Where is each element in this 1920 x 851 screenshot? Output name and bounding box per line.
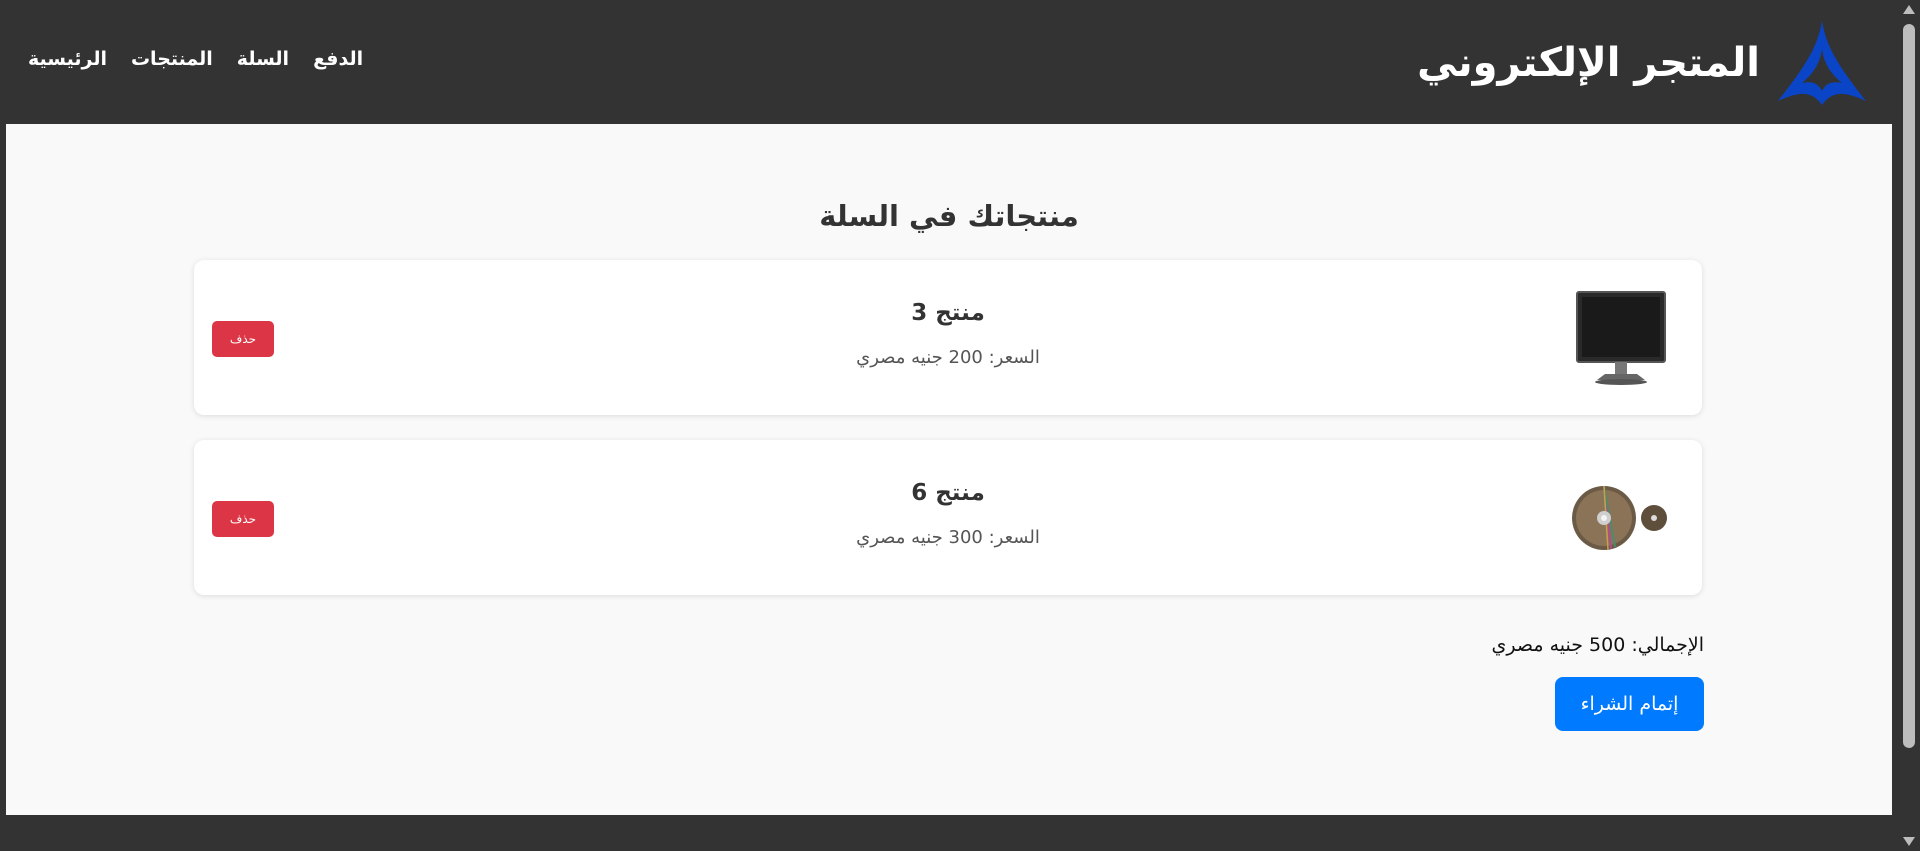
scrollbar-thumb[interactable] (1903, 24, 1915, 748)
browser-viewport: المتجر الإلكتروني الرئيسية المنتجات السل… (6, 0, 1892, 851)
star-logo-icon (1778, 21, 1866, 105)
delete-button[interactable]: حذف (212, 501, 274, 537)
main-nav: الرئيسية المنتجات السلة الدفع (28, 48, 363, 70)
product-info: منتج 6 السعر: 300 جنيه مصري (194, 482, 1702, 547)
cart-total: الإجمالي: 500 جنيه مصري (1491, 634, 1704, 656)
nav-link-products[interactable]: المنتجات (131, 48, 213, 70)
nav-link-cart[interactable]: السلة (237, 48, 289, 70)
cart-title: منتجاتك في السلة (819, 199, 1079, 233)
scroll-down-icon[interactable] (1903, 837, 1915, 846)
brand[interactable]: المتجر الإلكتروني (1417, 18, 1870, 108)
scrollbar[interactable] (1898, 0, 1920, 851)
product-name: منتج 3 (911, 300, 985, 326)
scroll-up-icon[interactable] (1903, 5, 1915, 14)
site-title: المتجر الإلكتروني (1417, 40, 1760, 86)
cart-page: منتجاتك في السلة منتج 3 السعر: 200 جنيه … (6, 124, 1892, 815)
cart-item: منتج 6 السعر: 300 جنيه مصري حذف (194, 440, 1702, 595)
site-header: المتجر الإلكتروني الرئيسية المنتجات السل… (6, 0, 1892, 124)
product-info: منتج 3 السعر: 200 جنيه مصري (194, 302, 1702, 367)
checkout-button[interactable]: إتمام الشراء (1555, 677, 1704, 731)
delete-button[interactable]: حذف (212, 321, 274, 357)
product-price: السعر: 300 جنيه مصري (856, 527, 1040, 548)
nav-link-checkout[interactable]: الدفع (313, 48, 363, 70)
nav-link-home[interactable]: الرئيسية (28, 48, 107, 70)
product-name: منتج 6 (911, 480, 985, 506)
cart-item: منتج 3 السعر: 200 جنيه مصري حذف (194, 260, 1702, 415)
product-price: السعر: 200 جنيه مصري (856, 347, 1040, 368)
